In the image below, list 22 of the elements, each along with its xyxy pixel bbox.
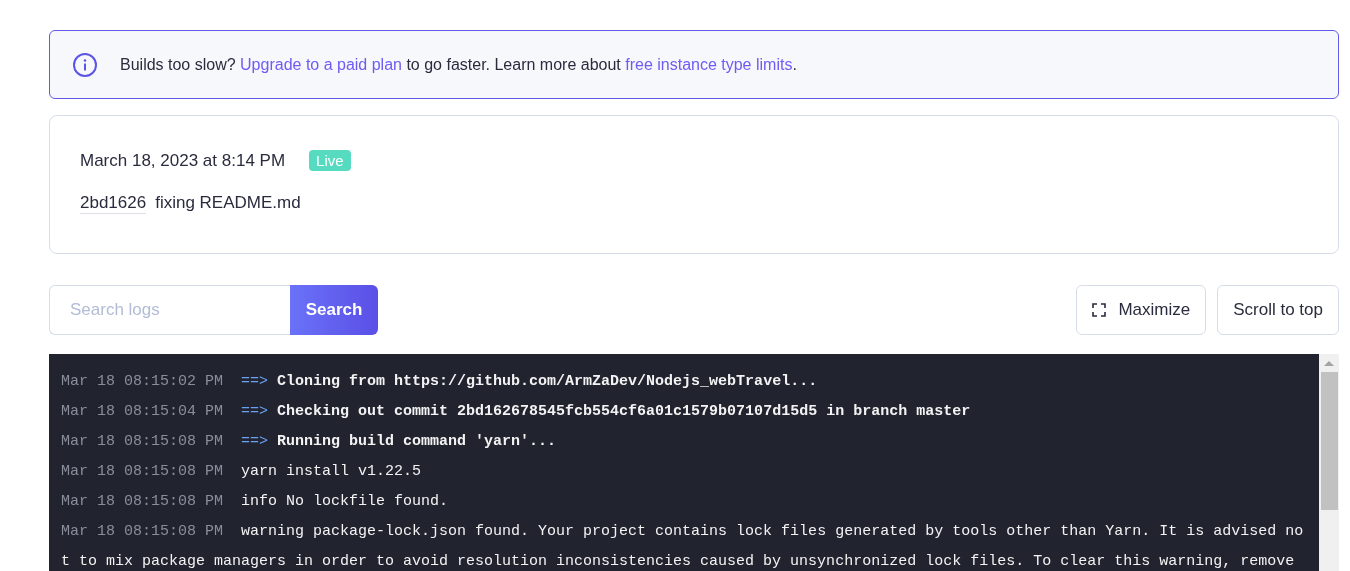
log-line: Mar 18 08:15:02 PM ==> Cloning from https://github.com/ArmZaDev/Nodejs_webTravel... bbox=[61, 372, 819, 392]
search-field[interactable]: Search logs bbox=[49, 285, 290, 335]
scroll-up-icon[interactable] bbox=[1324, 361, 1334, 366]
info-icon bbox=[72, 51, 98, 78]
maximize-button[interactable]: Maximize bbox=[1076, 285, 1207, 335]
log-line: Mar 18 08:15:04 PM ==> Checking out commit 2bd162678545fcb554cf6a01c1579b07107d15d5 in branch master bbox=[61, 402, 972, 422]
link[interactable]: Upgrade to a paid plan bbox=[240, 55, 402, 73]
log-line: Mar 18 08:15:08 PM yarn install v1.22.5 bbox=[61, 462, 423, 482]
commit-message: fixing README.md bbox=[155, 193, 301, 214]
link[interactable]: free instance type limits bbox=[625, 55, 793, 73]
scrollbar[interactable] bbox=[1319, 354, 1339, 571]
scrollbar-thumb[interactable] bbox=[1320, 372, 1338, 510]
banner-message: Builds too slow? Upgrade to a paid plan to go faster. Learn more about free instance type limits. bbox=[120, 55, 797, 74]
scroll-top-button[interactable]: Scroll to top bbox=[1217, 285, 1339, 335]
expand-icon bbox=[1092, 303, 1107, 317]
status-badge: Live bbox=[309, 150, 351, 171]
deploy-date: March 18, 2023 at 8:14 PM bbox=[80, 150, 286, 171]
log-line: Mar 18 08:15:08 PM ==> Running build command 'yarn'... bbox=[61, 432, 558, 452]
commit-link[interactable]: 2bd1626 bbox=[80, 193, 147, 214]
log-line: Mar 18 08:15:08 PM warning package-lock.json found. Your project contains lock files generated by tools other than Yarn. It is advised not to mix package managers in order to avoid resolution inconsistencies caused by unsynchronized lock files. To clear this warning, remove bbox=[61, 522, 1304, 571]
search-button[interactable]: Search bbox=[290, 285, 378, 335]
log-line: Mar 18 08:15:08 PM info No lockfile found. bbox=[61, 492, 450, 512]
